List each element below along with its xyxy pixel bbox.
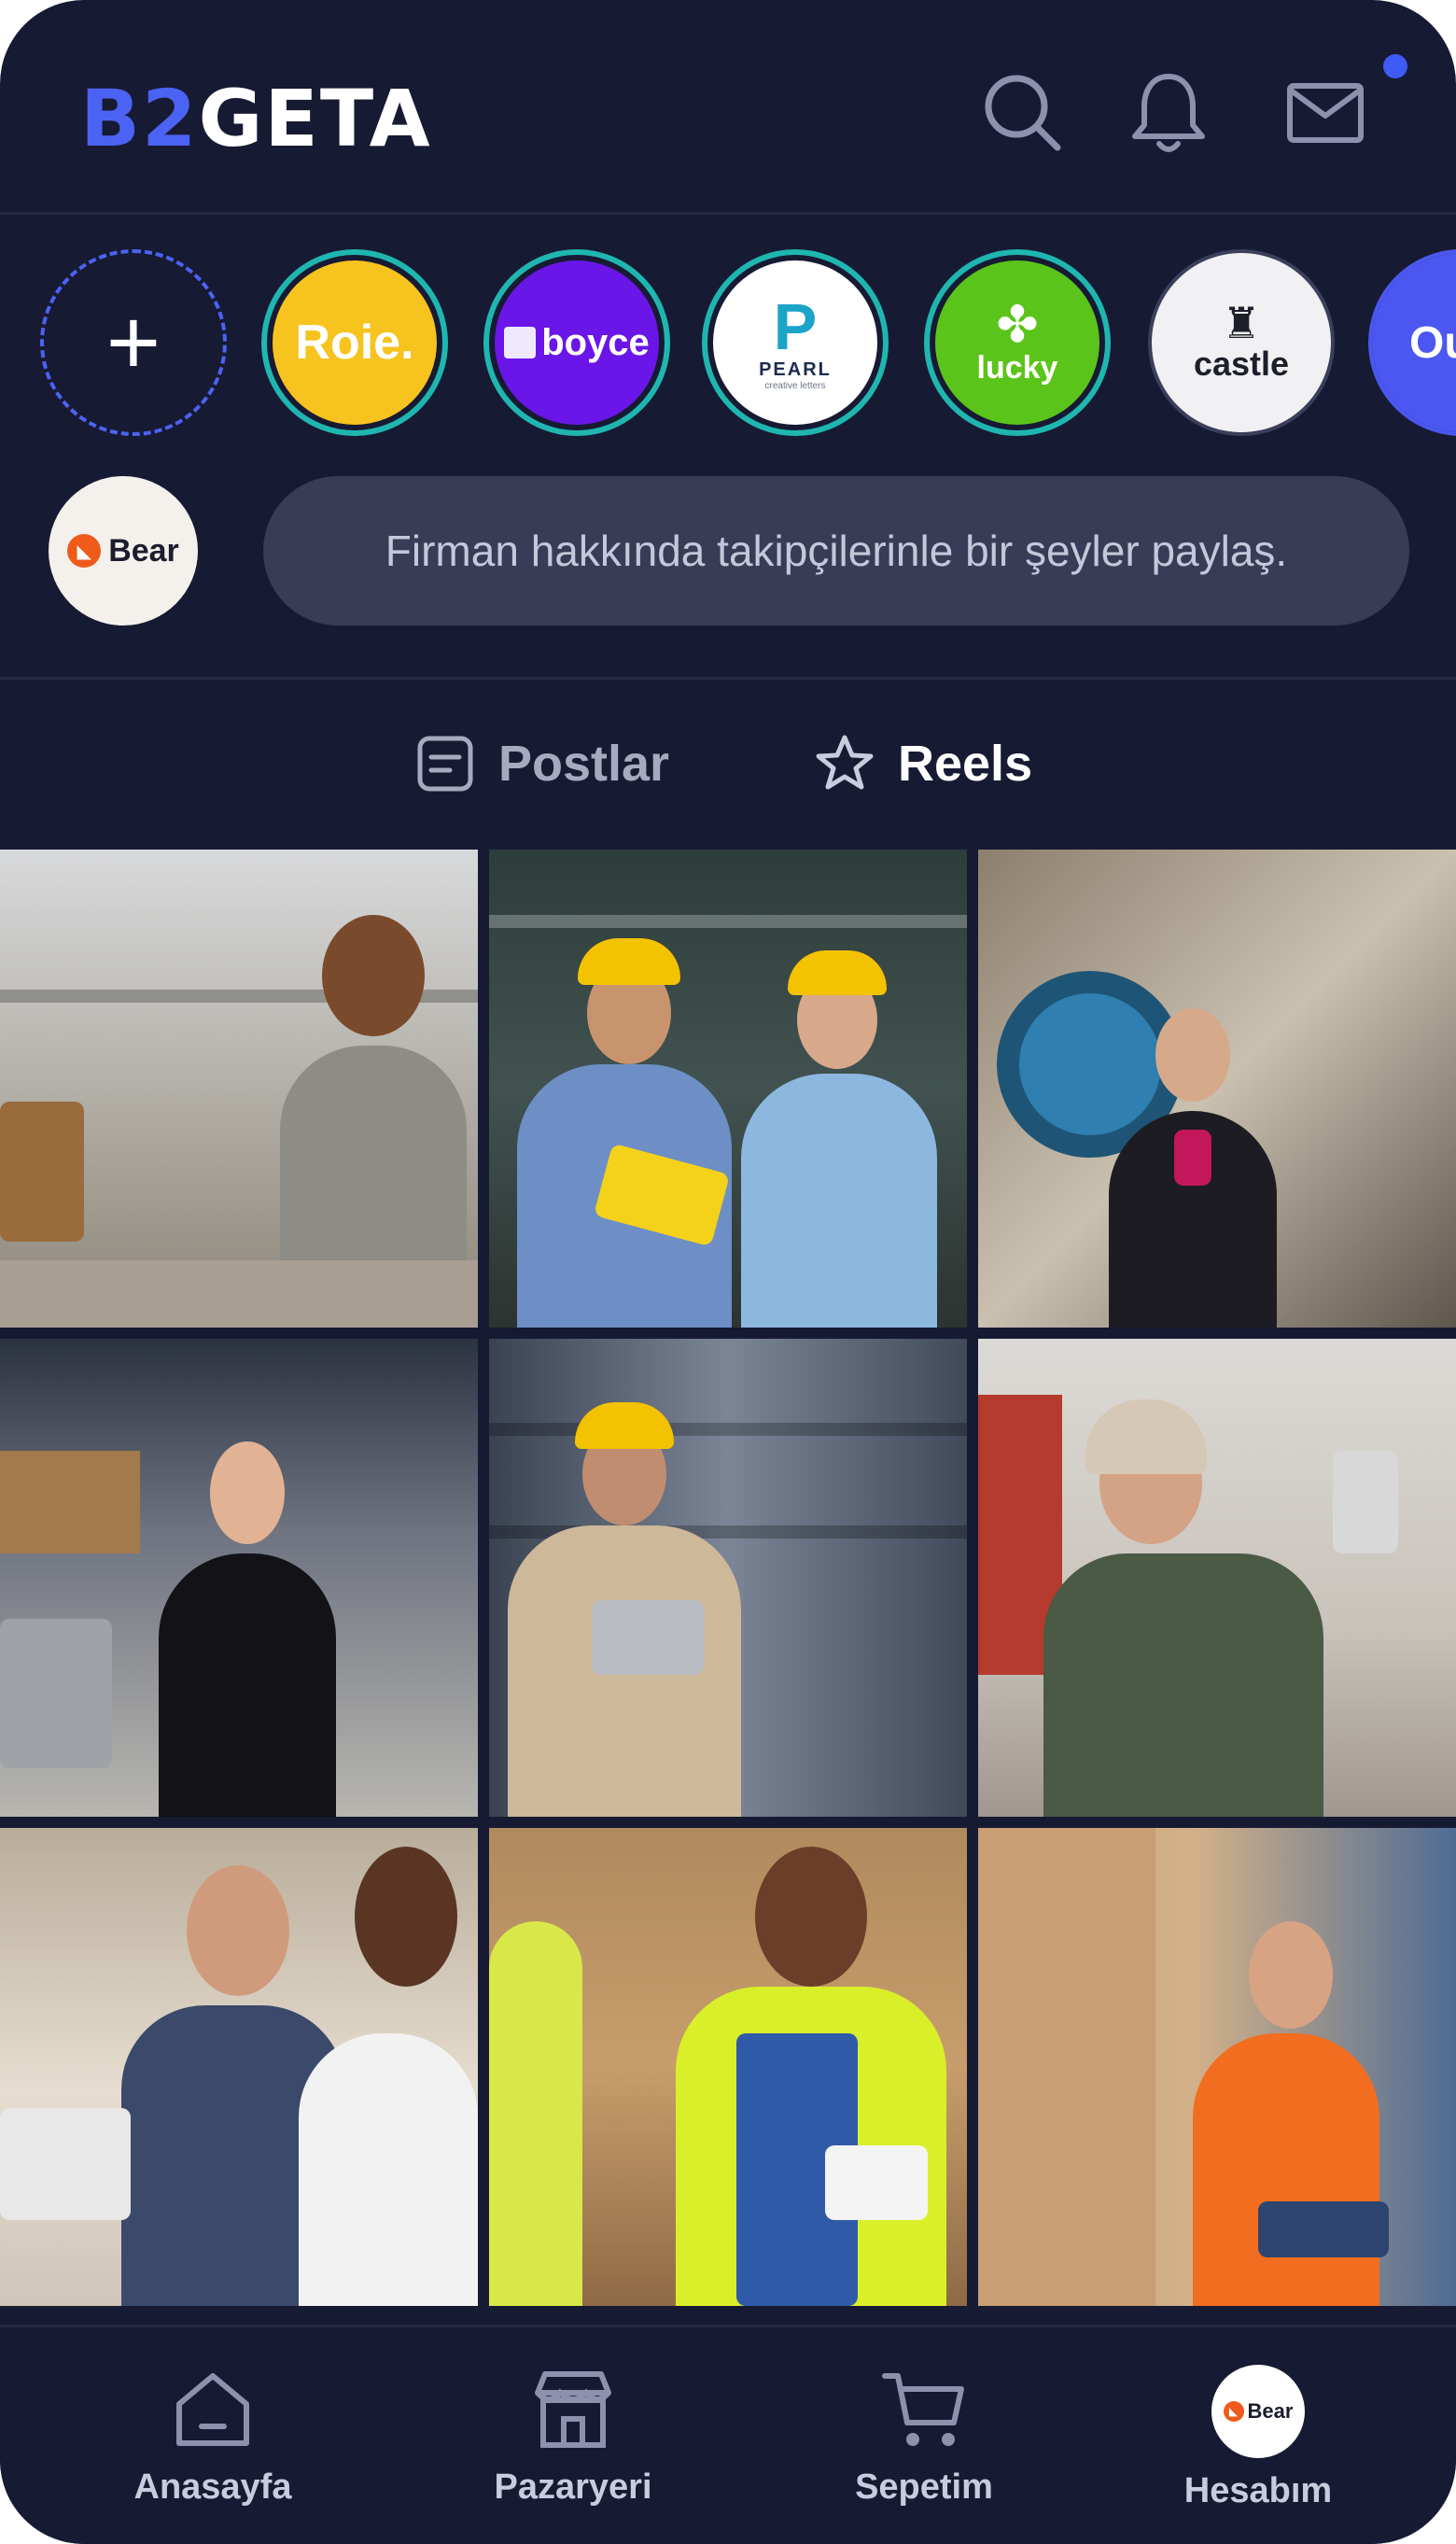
- home-icon: [176, 2373, 249, 2446]
- reel-thumbnail[interactable]: [0, 1828, 478, 2306]
- nav-sepetim[interactable]: Sepetim: [803, 2365, 1045, 2523]
- plus-icon: +: [105, 290, 161, 395]
- reel-thumbnail[interactable]: [489, 850, 967, 1328]
- nav-label: Hesabım: [1183, 2471, 1333, 2510]
- story-brand: boyce: [541, 321, 650, 363]
- star-icon: [816, 735, 874, 790]
- avatar[interactable]: ◣ Bear: [49, 476, 198, 625]
- logo-part2: GETA: [198, 73, 432, 164]
- story-ou[interactable]: Ou: [1368, 249, 1456, 436]
- reel-thumbnail[interactable]: [978, 1828, 1456, 2306]
- story-pearl[interactable]: P PEARL creative letters: [702, 249, 889, 436]
- reels-grid: [0, 850, 1456, 2306]
- nav-label: Sepetim: [855, 2467, 993, 2507]
- reel-thumbnail[interactable]: [489, 1339, 967, 1817]
- nav-hesabim[interactable]: ◣ Bear Hesabım: [1137, 2365, 1379, 2523]
- story-lucky[interactable]: ✤ lucky: [924, 249, 1111, 436]
- reel-thumbnail[interactable]: [978, 1339, 1456, 1817]
- bear-logo-icon: ◣: [1223, 2401, 1244, 2422]
- logo-part1: B2: [80, 73, 199, 164]
- nav-label: Anasayfa: [133, 2467, 292, 2507]
- pearl-logo-icon: P: [773, 290, 818, 363]
- tab-label: Reels: [898, 736, 1033, 792]
- nav-pazaryeri[interactable]: Pazaryeri: [452, 2365, 694, 2523]
- notification-dot: [1383, 54, 1407, 78]
- bottom-nav: Anasayfa Pazaryeri Sepetim ◣ Bear Hesabı…: [0, 2325, 1456, 2544]
- cart-icon: [882, 2373, 964, 2446]
- composer-placeholder: Firman hakkında takipçilerinle bir şeyle…: [385, 527, 1288, 575]
- post-icon: [417, 736, 473, 792]
- logo[interactable]: B2GETA: [80, 73, 432, 164]
- content-tabs: Postlar Reels: [0, 677, 1456, 840]
- story-brand: PEARL: [759, 359, 832, 380]
- stories-row: + Roie. boyce P PEARL creative letters ✤…: [0, 245, 1456, 441]
- header: B2GETA: [0, 0, 1456, 215]
- story-brand: Ou: [1409, 317, 1456, 368]
- story-castle[interactable]: ♜ castle: [1148, 249, 1335, 436]
- mail-icon[interactable]: [1279, 65, 1372, 159]
- castle-logo-icon: ♜: [1222, 299, 1261, 347]
- tab-reels[interactable]: Reels: [814, 731, 1032, 796]
- story-sub: creative letters: [764, 381, 826, 391]
- reel-thumbnail[interactable]: [489, 1828, 967, 2306]
- avatar-label: Bear: [1247, 2399, 1294, 2423]
- avatar: ◣ Bear: [1211, 2365, 1305, 2458]
- story-brand: Roie.: [295, 316, 414, 370]
- reel-thumbnail[interactable]: [0, 1339, 478, 1817]
- tab-label: Postlar: [498, 736, 670, 792]
- nav-label: Pazaryeri: [494, 2467, 652, 2507]
- clover-icon: ✤: [996, 296, 1039, 353]
- story-boyce[interactable]: boyce: [483, 249, 670, 436]
- story-brand: castle: [1193, 344, 1290, 383]
- reel-thumbnail[interactable]: [0, 850, 478, 1328]
- post-composer-input[interactable]: Firman hakkında takipçilerinle bir şeyle…: [263, 476, 1409, 625]
- tab-postlar[interactable]: Postlar: [414, 731, 669, 796]
- app-screen: B2GETA + Roie. boyce P PEARL creative le…: [0, 0, 1456, 2544]
- nav-anasayfa[interactable]: Anasayfa: [91, 2365, 334, 2523]
- search-icon[interactable]: [975, 65, 1069, 159]
- add-story-button[interactable]: +: [40, 249, 227, 436]
- bell-icon[interactable]: [1122, 65, 1215, 159]
- avatar-label: Bear: [108, 532, 179, 569]
- story-brand: lucky: [976, 349, 1058, 386]
- bear-logo-icon: ◣: [67, 534, 102, 568]
- boyce-logo-icon: [504, 327, 537, 358]
- store-icon: [535, 2371, 611, 2448]
- reel-thumbnail[interactable]: [978, 850, 1456, 1328]
- story-roie[interactable]: Roie.: [261, 249, 448, 436]
